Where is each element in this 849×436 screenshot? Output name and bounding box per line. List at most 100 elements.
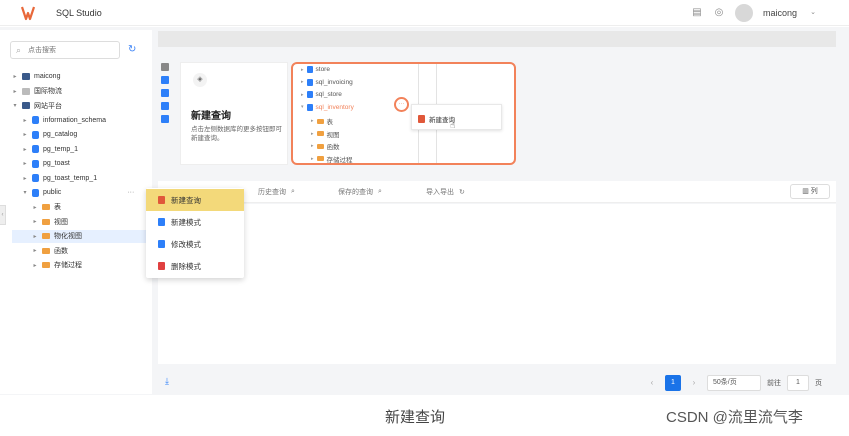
logo-icon[interactable] [20,5,36,21]
tree-node[interactable]: ▸ pg_toast_temp_1 [22,172,97,185]
guide-tree-node: ▸ store [301,66,330,73]
user-name[interactable]: maicong [763,8,797,18]
tree-node-label: pg_catalog [43,131,78,138]
cube-icon: ◈ [193,73,207,87]
outline-icon[interactable] [161,115,169,123]
caret-right-icon: ▸ [311,143,314,149]
caret-right-icon[interactable]: ▸ [22,131,28,138]
context-menu-item[interactable]: 删除模式 [146,255,244,277]
caret-right-icon[interactable]: ▸ [32,262,38,269]
save-icon[interactable] [161,102,169,110]
tree-node-label: pg_toast_temp_1 [43,174,98,182]
caret-down-icon[interactable]: ▾ [22,189,28,196]
avatar[interactable] [734,4,753,22]
collapse-handle[interactable]: ‹ [0,205,6,225]
database-icon [32,188,39,197]
context-menu-item[interactable]: 新建查询 [146,189,244,211]
notes-icon[interactable]: ▤ [691,7,703,19]
caret-right-icon: ▸ [311,118,314,124]
tree-node[interactable]: ▸ maicong [12,70,60,83]
guide-tree-node: ▸ 存储过程 [311,154,353,164]
columns-button[interactable]: ▥ 列 [790,184,830,199]
tree-node-label: maicong [34,73,61,80]
more-icon[interactable]: ··· [127,189,134,196]
folder-icon [316,118,324,124]
tree-node[interactable]: ▸ pg_toast [22,157,70,170]
guide-tree-node: ▸ 函数 [311,141,340,151]
search-input[interactable] [28,44,116,57]
prev-page-icon[interactable]: ‹ [645,376,659,390]
refresh-icon[interactable]: ↻ [128,44,136,55]
caret-right-icon[interactable]: ▸ [22,146,28,153]
folder-icon [42,218,50,225]
caret-right-icon[interactable]: ▸ [32,204,38,211]
tree-node[interactable]: ▾ public ··· [22,186,134,199]
tree-node[interactable]: ▾ 网站平台 [12,99,62,112]
stop-icon[interactable] [161,63,169,71]
database-icon [32,145,39,153]
empty-state-card: ◈ 新建查询 点击左侧数据库的更多按钮即可新建查询。 [180,62,288,165]
tab-saved[interactable]: 保存的查询 ⌕ [338,187,382,197]
run-icon[interactable] [161,76,169,84]
tree-node-label: 函数 [54,247,68,255]
format-icon[interactable] [161,89,169,97]
chevron-down-icon[interactable]: ⌄ [807,7,819,19]
tree-node[interactable]: ▸ 国际物流 [12,85,62,98]
database-icon [306,66,313,73]
tree-node[interactable]: ▸ pg_temp_1 [22,143,78,156]
tab-import-export[interactable]: 导入导出 ↻ [426,187,465,197]
guide-tree-node: ▾ sql_inventory [301,103,354,111]
page-number-current[interactable]: 1 [665,375,681,391]
context-menu-item[interactable]: 修改模式 [146,233,244,255]
tree-node[interactable]: ▸ 函数 [32,244,68,257]
tree-node[interactable]: ▸ pg_catalog [22,128,77,141]
server-icon [22,87,30,95]
caret-right-icon: ▸ [301,79,304,85]
next-page-icon[interactable]: › [687,376,701,390]
folder-icon [42,247,50,254]
side-tool-column [158,58,176,148]
guide-tree-node: ▸ sql_store [301,91,342,98]
refresh-icon: ↻ [459,189,465,196]
app-title: SQL Studio [56,8,102,18]
caret-right-icon[interactable]: ▸ [32,218,38,225]
database-icon [32,174,39,182]
caret-right-icon[interactable]: ▸ [32,247,38,254]
search-icon: ⌕ [291,188,295,195]
new-query-icon [418,115,425,123]
tab-history[interactable]: 历史查询 ⌕ [258,187,295,197]
goto-page-input[interactable]: 1 [787,375,809,391]
context-menu-item[interactable]: 新建模式 [146,211,244,233]
watermark: CSDN @流里流气李 [666,409,803,426]
folder-icon [42,233,50,239]
tree-node[interactable]: ▸ 视图 [32,215,68,228]
folder-icon [316,143,324,149]
caret-right-icon[interactable]: ▸ [12,88,18,95]
caret-right-icon: ▸ [311,130,314,137]
caret-right-icon: ▸ [311,155,314,162]
guide-tree-label: sql_store [315,91,342,98]
tree-node-label: pg_toast [43,160,70,167]
settings-icon[interactable]: ◎ [713,7,725,19]
search-icon: ⌕ [16,45,22,55]
folder-icon [316,156,324,161]
pagination: ‹ 1 › 50条/页 前往 1 页 [645,374,822,392]
database-icon [306,78,313,86]
caret-right-icon[interactable]: ▸ [22,175,28,182]
caret-down-icon[interactable]: ▾ [12,102,18,109]
tree-node[interactable]: ▸ 表 [32,201,61,214]
tree-node[interactable]: ▸ information_schema [22,114,106,127]
caret-right-icon[interactable]: ▸ [12,73,18,80]
context-menu: 新建查询 新建模式 修改模式 删除模式 [146,188,244,278]
guide-tree-node: ▸ sql_invoicing [301,78,353,86]
caret-right-icon[interactable]: ▸ [22,160,28,167]
guide-tree-label: store [315,66,330,73]
search-box[interactable]: ⌕ [10,41,120,59]
caret-right-icon[interactable]: ▸ [22,117,28,124]
caret-right-icon[interactable]: ▸ [32,233,38,240]
page-size-select[interactable]: 50条/页 [707,375,761,391]
database-icon [32,159,39,168]
tree-node[interactable]: ▸ 物化视图 [12,229,146,243]
download-icon[interactable]: ⤓ [165,376,169,387]
tree-node[interactable]: ▸ 存储过程 [32,259,82,272]
